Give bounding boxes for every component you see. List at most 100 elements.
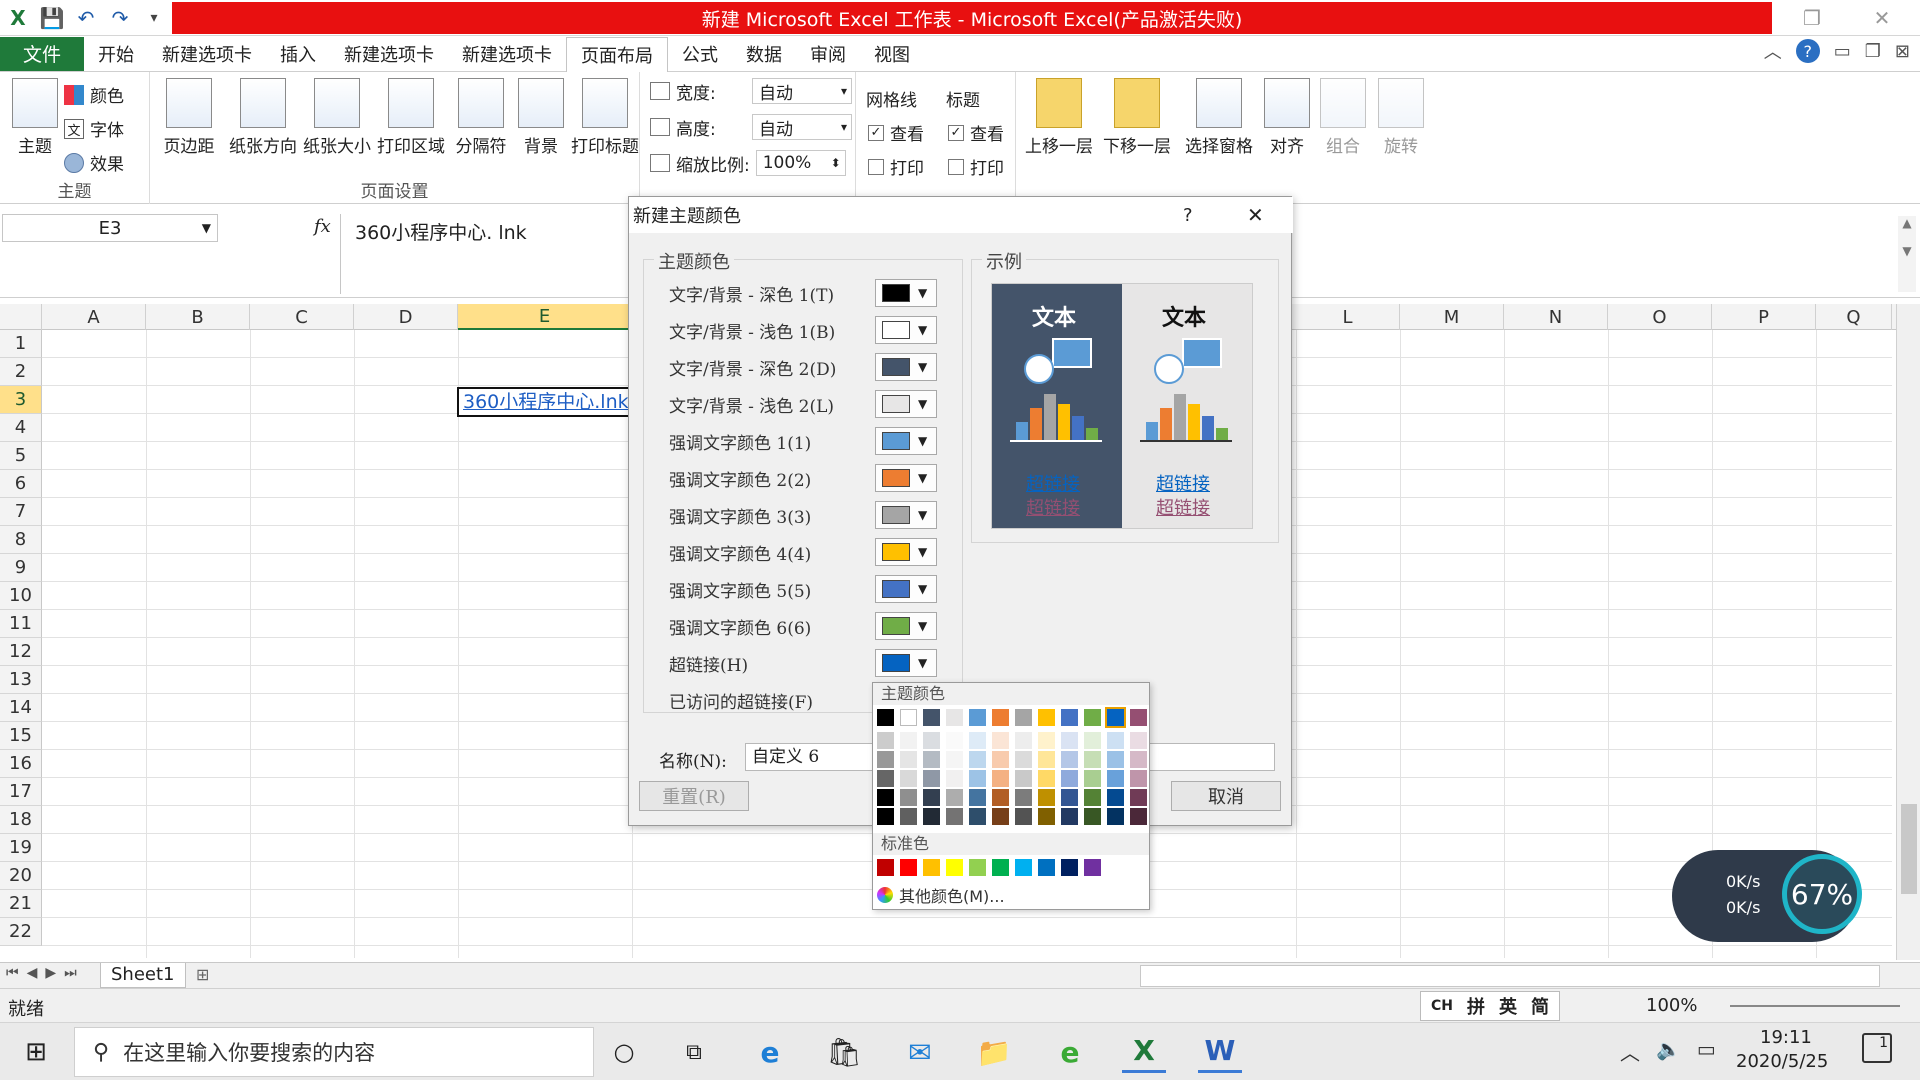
gridlines-view-check[interactable]: ✓ 查看	[868, 120, 924, 145]
close-window-icon[interactable]: ✕	[1860, 4, 1904, 32]
palette-swatch[interactable]	[969, 789, 986, 806]
bring-forward-button[interactable]: 上移一层	[1024, 78, 1094, 157]
chevron-up-icon[interactable]: ︿	[1620, 1037, 1640, 1066]
palette-swatch[interactable]	[877, 709, 894, 726]
palette-swatch[interactable]	[969, 751, 986, 768]
palette-swatch[interactable]	[923, 808, 940, 825]
file-explorer-icon[interactable]: 📁	[972, 1031, 1016, 1073]
palette-swatch[interactable]	[1061, 709, 1078, 726]
active-cell-E3[interactable]: 360小程序中心.lnk	[457, 387, 632, 417]
color-picker-button[interactable]: ▼	[875, 353, 937, 381]
windows-start-icon[interactable]: ⊞	[14, 1031, 58, 1073]
column-header-B[interactable]: B	[146, 304, 250, 330]
standard-color-swatch[interactable]	[969, 859, 986, 876]
store-icon[interactable]: 🛍	[822, 1031, 866, 1073]
row-header-19[interactable]: 19	[0, 834, 42, 862]
fonts-button[interactable]: 文 字体	[64, 116, 124, 141]
standard-color-swatch[interactable]	[1084, 859, 1101, 876]
row-header-8[interactable]: 8	[0, 526, 42, 554]
row-header-16[interactable]: 16	[0, 750, 42, 778]
row-header-22[interactable]: 22	[0, 918, 42, 946]
tab-new-2[interactable]: 新建选项卡	[330, 37, 448, 71]
selection-pane-button[interactable]: 选择窗格	[1184, 78, 1254, 157]
palette-swatch[interactable]	[1084, 770, 1101, 787]
palette-swatch[interactable]	[1061, 770, 1078, 787]
ime-toolbar[interactable]: CH 拼 英 简	[1420, 991, 1560, 1021]
palette-swatch[interactable]	[877, 751, 894, 768]
color-picker-button[interactable]: ▼	[875, 427, 937, 455]
row-header-18[interactable]: 18	[0, 806, 42, 834]
volume-icon[interactable]: 🔈	[1656, 1037, 1681, 1066]
column-header-E[interactable]: E	[458, 304, 632, 330]
palette-swatch[interactable]	[969, 808, 986, 825]
cortana-icon[interactable]: ○	[602, 1031, 646, 1073]
palette-swatch[interactable]	[1015, 770, 1032, 787]
palette-swatch[interactable]	[1105, 707, 1126, 728]
row-header-2[interactable]: 2	[0, 358, 42, 386]
color-picker-button[interactable]: ▼	[875, 612, 937, 640]
palette-swatch[interactable]	[992, 751, 1009, 768]
palette-swatch[interactable]	[1015, 789, 1032, 806]
tab-formulas[interactable]: 公式	[668, 37, 732, 71]
palette-swatch[interactable]	[969, 709, 986, 726]
excel-taskbar-icon[interactable]: X	[1122, 1031, 1166, 1073]
headings-view-check[interactable]: ✓ 查看	[948, 120, 1004, 145]
standard-color-swatch[interactable]	[877, 859, 894, 876]
palette-swatch[interactable]	[877, 732, 894, 749]
scroll-thumb[interactable]	[1901, 804, 1917, 894]
palette-swatch[interactable]	[1038, 789, 1055, 806]
palette-swatch[interactable]	[992, 770, 1009, 787]
zoom-level[interactable]: 100%	[1646, 995, 1697, 1016]
orientation-button[interactable]: 纸张方向	[228, 78, 298, 157]
effects-button[interactable]: 效果	[64, 150, 124, 175]
standard-color-swatch[interactable]	[923, 859, 940, 876]
colors-button[interactable]: 颜色	[64, 82, 124, 107]
palette-swatch[interactable]	[1130, 808, 1147, 825]
palette-swatch[interactable]	[1107, 751, 1124, 768]
row-header-14[interactable]: 14	[0, 694, 42, 722]
column-header-A[interactable]: A	[42, 304, 146, 330]
column-header-O[interactable]: O	[1608, 304, 1712, 330]
tab-page-layout[interactable]: 页面布局	[566, 36, 668, 73]
palette-swatch[interactable]	[877, 789, 894, 806]
tab-new-1[interactable]: 新建选项卡	[148, 37, 266, 71]
themes-button[interactable]: 主题	[0, 78, 70, 157]
row-header-10[interactable]: 10	[0, 582, 42, 610]
palette-swatch[interactable]	[969, 770, 986, 787]
palette-swatch[interactable]	[1015, 732, 1032, 749]
palette-swatch[interactable]	[1084, 808, 1101, 825]
row-header-17[interactable]: 17	[0, 778, 42, 806]
palette-swatch[interactable]	[1061, 732, 1078, 749]
cancel-button[interactable]: 取消	[1171, 781, 1281, 811]
tab-view[interactable]: 视图	[860, 37, 924, 71]
select-all-corner[interactable]	[0, 304, 42, 330]
color-picker-button[interactable]: ▼	[875, 279, 937, 307]
width-combo[interactable]: 自动 ▾	[752, 78, 852, 104]
dialog-close-button[interactable]: ✕	[1247, 203, 1264, 227]
palette-swatch[interactable]	[1107, 808, 1124, 825]
palette-swatch[interactable]	[900, 709, 917, 726]
palette-swatch[interactable]	[992, 709, 1009, 726]
help-icon[interactable]: ?	[1795, 39, 1820, 63]
standard-color-swatch[interactable]	[1038, 859, 1055, 876]
palette-swatch[interactable]	[946, 751, 963, 768]
minimize-doc-icon[interactable]: ▭	[1834, 41, 1851, 62]
palette-swatch[interactable]	[923, 732, 940, 749]
headings-print-check[interactable]: 打印	[948, 154, 1004, 179]
palette-swatch[interactable]	[992, 808, 1009, 825]
background-button[interactable]: 背景	[506, 78, 576, 157]
customize-qat-icon[interactable]: ▾	[140, 4, 168, 32]
row-header-15[interactable]: 15	[0, 722, 42, 750]
palette-swatch[interactable]	[1130, 751, 1147, 768]
fx-icon[interactable]: fx	[314, 216, 331, 237]
undo-icon[interactable]: ↶	[72, 4, 100, 32]
row-header-9[interactable]: 9	[0, 554, 42, 582]
zoom-slider[interactable]	[1730, 1005, 1900, 1007]
tab-review[interactable]: 审阅	[796, 37, 860, 71]
color-picker-button[interactable]: ▼	[875, 649, 937, 677]
palette-swatch[interactable]	[900, 808, 917, 825]
palette-swatch[interactable]	[946, 808, 963, 825]
tab-insert[interactable]: 插入	[266, 37, 330, 71]
palette-swatch[interactable]	[923, 751, 940, 768]
collapse-ribbon-icon[interactable]: ︿	[1764, 38, 1782, 64]
